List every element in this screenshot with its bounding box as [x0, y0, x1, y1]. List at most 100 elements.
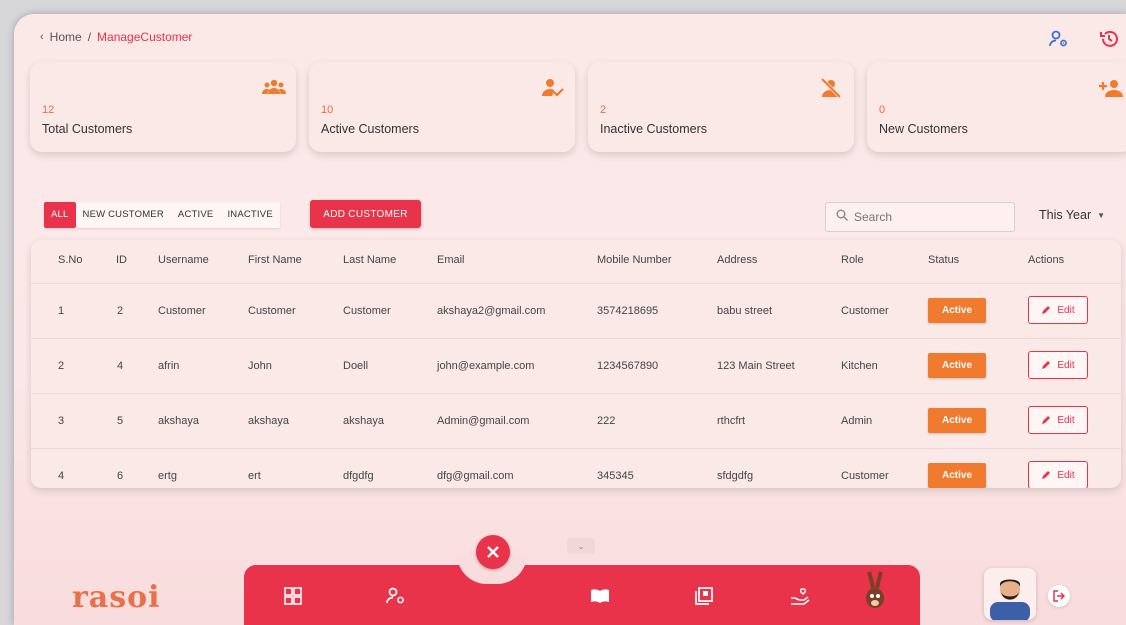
- cell-id: 5: [117, 415, 124, 427]
- stat-value: 12: [42, 104, 55, 116]
- status-badge: Active: [928, 353, 986, 378]
- cell-mobile: 345345: [597, 470, 634, 482]
- edit-button[interactable]: Edit: [1028, 406, 1088, 434]
- cell-address: sfdgdfg: [717, 470, 754, 482]
- period-select[interactable]: This Year ▼: [1039, 208, 1105, 222]
- filter-active[interactable]: ACTIVE: [171, 202, 221, 228]
- header-last-name: Last Name: [343, 254, 397, 266]
- care-hand-icon[interactable]: [788, 584, 812, 608]
- stat-card-new: 0 New Customers: [867, 62, 1126, 152]
- pencil-icon: [1042, 416, 1051, 424]
- cell-last-name: dfgdfg: [343, 470, 374, 482]
- cell-email: akshaya2@gmail.com: [437, 305, 546, 317]
- stat-value: 2: [600, 104, 607, 116]
- history-icon[interactable]: [1098, 28, 1120, 50]
- period-label: This Year: [1039, 208, 1092, 222]
- breadcrumb-separator: /: [87, 30, 92, 44]
- dashboard-icon[interactable]: [281, 584, 305, 608]
- breadcrumb-current: ManageCustomer: [97, 30, 193, 44]
- manage-users-icon[interactable]: [384, 584, 408, 608]
- cell-username: akshaya: [158, 415, 199, 427]
- user-check-icon: [541, 78, 564, 98]
- group-icon: [262, 78, 286, 98]
- mascot-icon: [860, 569, 890, 613]
- header-actions: Actions: [1028, 254, 1065, 266]
- collapse-toggle[interactable]: ⌄: [567, 538, 595, 554]
- cell-sno: 4: [58, 470, 65, 482]
- menu-book-icon[interactable]: [588, 584, 612, 608]
- edit-button[interactable]: Edit: [1028, 461, 1088, 488]
- stat-label: New Customers: [879, 122, 968, 136]
- cell-email: Admin@gmail.com: [437, 415, 530, 427]
- dining-fab-button[interactable]: [476, 535, 510, 569]
- caret-down-icon: ▼: [1097, 210, 1106, 220]
- header-email: Email: [437, 254, 465, 266]
- header-sno: S.No: [58, 254, 83, 266]
- breadcrumb: ‹ Home / ManageCustomer: [40, 30, 192, 44]
- edit-button-label: Edit: [1057, 304, 1075, 316]
- cell-sno: 1: [58, 305, 65, 317]
- table-row: 1 2 Customer Customer Customer akshaya2@…: [31, 283, 1121, 338]
- pencil-icon: [1042, 306, 1051, 314]
- cell-role: Customer: [841, 305, 889, 317]
- breadcrumb-home[interactable]: Home: [50, 30, 82, 44]
- filter-all[interactable]: ALL: [44, 202, 76, 228]
- cell-id: 2: [117, 305, 124, 317]
- stat-card-inactive: 2 Inactive Customers: [588, 62, 854, 152]
- cell-email: dfg@gmail.com: [437, 470, 514, 482]
- header-id: ID: [116, 254, 127, 266]
- rasoi-logo[interactable]: rasoi: [72, 580, 161, 615]
- cell-last-name: akshaya: [343, 415, 384, 427]
- cell-mobile: 3574218695: [597, 305, 659, 317]
- header-first-name: First Name: [248, 254, 302, 266]
- cell-sno: 2: [58, 360, 65, 372]
- bottom-nav-bar: [244, 565, 920, 625]
- pencil-icon: [1042, 471, 1051, 479]
- cell-role: Admin: [841, 415, 873, 427]
- cell-sno: 3: [58, 415, 65, 427]
- cell-last-name: Doell: [343, 360, 369, 372]
- edit-button-label: Edit: [1057, 469, 1075, 481]
- cell-username: ertg: [158, 470, 177, 482]
- avatar[interactable]: [984, 568, 1036, 620]
- stat-card-active: 10 Active Customers: [309, 62, 575, 152]
- pencil-icon: [1042, 361, 1051, 369]
- cell-role: Customer: [841, 470, 889, 482]
- search-icon: [836, 208, 848, 226]
- cell-first-name: John: [248, 360, 272, 372]
- cell-address: 123 Main Street: [717, 360, 795, 372]
- table-row: 3 5 akshaya akshaya akshaya Admin@gmail.…: [31, 393, 1121, 448]
- filter-inactive[interactable]: INACTIVE: [220, 202, 279, 228]
- cell-id: 4: [117, 360, 124, 372]
- edit-button-label: Edit: [1057, 359, 1075, 371]
- status-badge: Active: [928, 298, 986, 323]
- user-add-icon: [1099, 78, 1123, 98]
- cell-username: afrin: [158, 360, 180, 372]
- stat-label: Active Customers: [321, 122, 419, 136]
- status-badge: Active: [928, 408, 986, 433]
- stat-value: 10: [321, 104, 334, 116]
- cell-first-name: Customer: [248, 305, 296, 317]
- filter-new-customer[interactable]: NEW CUSTOMER: [76, 202, 171, 228]
- table-row: 4 6 ertg ert dfgdfg dfg@gmail.com 345345…: [31, 448, 1121, 488]
- add-customer-button[interactable]: ADD CUSTOMER: [310, 200, 421, 228]
- search-input[interactable]: [854, 210, 1004, 224]
- user-settings-icon[interactable]: [1048, 28, 1070, 50]
- customer-filter-tabs: ALL NEW CUSTOMER ACTIVE INACTIVE: [44, 202, 280, 228]
- cell-last-name: Customer: [343, 305, 391, 317]
- cell-id: 6: [117, 470, 124, 482]
- edit-button[interactable]: Edit: [1028, 351, 1088, 379]
- header-status: Status: [928, 254, 960, 266]
- status-badge: Active: [928, 463, 986, 488]
- logout-icon[interactable]: [1048, 585, 1070, 607]
- table-row: 2 4 afrin John Doell john@example.com 12…: [31, 338, 1121, 393]
- header-role: Role: [841, 254, 864, 266]
- app-window: ‹ Home / ManageCustomer 12 Total Custome…: [14, 14, 1126, 625]
- orders-icon[interactable]: [692, 584, 716, 608]
- header-address: Address: [717, 254, 758, 266]
- cell-first-name: akshaya: [248, 415, 289, 427]
- search-box: [825, 202, 1015, 232]
- chevron-left-icon[interactable]: ‹: [40, 31, 44, 43]
- edit-button[interactable]: Edit: [1028, 296, 1088, 324]
- cutlery-icon: [487, 546, 499, 558]
